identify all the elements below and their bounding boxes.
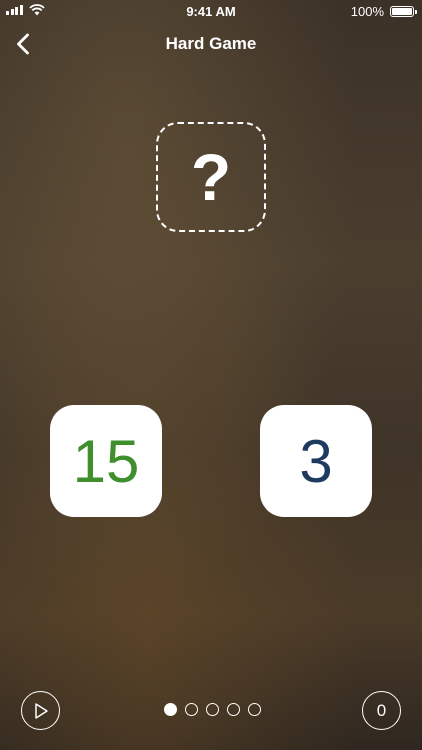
tile-value-2: 3 bbox=[299, 427, 333, 495]
number-tile-2[interactable]: 3 bbox=[260, 405, 372, 517]
nav-bar: Hard Game bbox=[0, 22, 422, 66]
page-dot-2[interactable] bbox=[185, 703, 198, 716]
score-value: 0 bbox=[376, 700, 387, 720]
play-button[interactable] bbox=[21, 691, 60, 730]
page-title: Hard Game bbox=[165, 34, 257, 53]
number-tile-1[interactable]: 15 bbox=[50, 405, 162, 517]
page-dot-5[interactable] bbox=[248, 703, 261, 716]
status-right: 100% bbox=[350, 4, 417, 19]
page-dot-4[interactable] bbox=[227, 703, 240, 716]
battery-percentage: 100% bbox=[350, 4, 384, 19]
answer-slot[interactable]: ? bbox=[156, 122, 266, 232]
tile-value-1: 15 bbox=[72, 427, 140, 495]
score-badge: 0 bbox=[362, 691, 401, 730]
battery-fill bbox=[392, 8, 412, 15]
page-dot-3[interactable] bbox=[206, 703, 219, 716]
page-dot-1[interactable] bbox=[164, 703, 177, 716]
page-indicator[interactable] bbox=[164, 703, 261, 716]
battery-icon bbox=[390, 6, 417, 17]
play-icon bbox=[34, 702, 48, 719]
status-bar: 9:41 AM 100% bbox=[0, 0, 422, 22]
question-mark: ? bbox=[190, 140, 232, 214]
